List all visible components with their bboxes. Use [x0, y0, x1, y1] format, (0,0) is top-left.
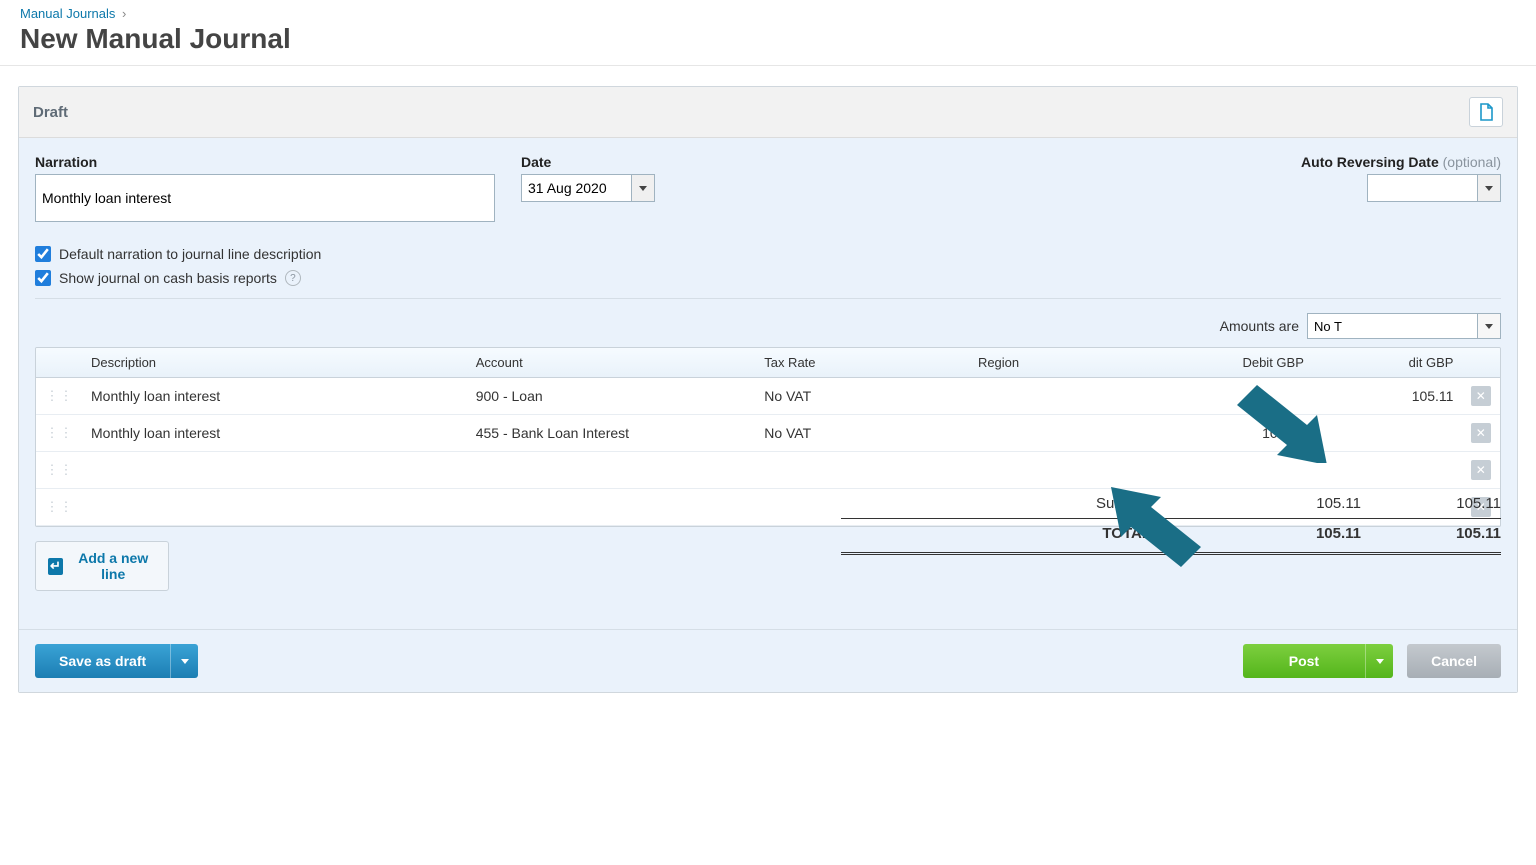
drag-handle-icon[interactable]: ⋮⋮ — [36, 489, 83, 526]
narration-label: Narration — [35, 154, 495, 170]
cash-basis-checkbox[interactable]: Show journal on cash basis reports ? — [35, 270, 1501, 286]
subtotal-label: Subtotal — [841, 495, 1221, 512]
cancel-button[interactable]: Cancel — [1407, 644, 1501, 678]
chevron-down-icon[interactable] — [1477, 313, 1501, 339]
cell-credit[interactable]: 105.11 — [1312, 378, 1462, 415]
cell-credit[interactable] — [1312, 415, 1462, 452]
delete-row-button[interactable]: ✕ — [1471, 460, 1491, 480]
divider — [35, 298, 1501, 299]
col-region: Region — [970, 348, 1141, 378]
default-narration-label: Default narration to journal line descri… — [59, 246, 321, 262]
cell-debit[interactable] — [1141, 452, 1312, 489]
drag-handle-icon[interactable]: ⋮⋮ — [36, 415, 83, 452]
table-row[interactable]: ⋮⋮Monthly loan interest900 - LoanNo VAT 1… — [36, 378, 1500, 415]
help-icon[interactable]: ? — [285, 270, 301, 286]
subtotal-debit: 105.11 — [1221, 495, 1361, 512]
status-label: Draft — [33, 104, 68, 121]
table-row[interactable]: ⋮⋮Monthly loan interest455 - Bank Loan I… — [36, 415, 1500, 452]
cell-account[interactable]: 900 - Loan — [468, 378, 757, 415]
amounts-are-select[interactable] — [1307, 313, 1501, 339]
col-tax-rate: Tax Rate — [756, 348, 970, 378]
attachments-button[interactable] — [1469, 97, 1503, 127]
drag-handle-icon[interactable]: ⋮⋮ — [36, 452, 83, 489]
total-credit: 105.11 — [1361, 525, 1501, 542]
cell-account[interactable] — [468, 452, 757, 489]
cash-basis-label: Show journal on cash basis reports — [59, 270, 277, 286]
journal-form-panel: Draft Narration Date Auto Reversing Date — [18, 86, 1518, 693]
default-narration-input[interactable] — [35, 246, 51, 262]
delete-row-button[interactable]: ✕ — [1471, 386, 1491, 406]
breadcrumb-parent-link[interactable]: Manual Journals — [20, 6, 115, 21]
save-draft-menu-toggle[interactable] — [170, 644, 198, 678]
drag-handle-icon[interactable]: ⋮⋮ — [36, 378, 83, 415]
col-account: Account — [468, 348, 757, 378]
post-button[interactable]: Post — [1243, 644, 1365, 678]
reversing-date-input[interactable] — [1367, 174, 1477, 202]
cell-tax-rate[interactable]: No VAT — [756, 415, 970, 452]
default-narration-checkbox[interactable]: Default narration to journal line descri… — [35, 246, 1501, 262]
page-title: New Manual Journal — [20, 23, 1516, 55]
total-debit: 105.11 — [1221, 525, 1361, 542]
cell-tax-rate[interactable] — [756, 452, 970, 489]
cell-region[interactable] — [970, 452, 1141, 489]
date-field: Date — [521, 154, 655, 202]
table-row[interactable]: ⋮⋮ ✕ — [36, 452, 1500, 489]
narration-field: Narration — [35, 154, 495, 222]
plus-icon: ↵ — [48, 558, 63, 575]
cell-account[interactable]: 455 - Bank Loan Interest — [468, 415, 757, 452]
cell-debit[interactable] — [1141, 378, 1312, 415]
reversing-date-field: Auto Reversing Date (optional) — [1301, 154, 1501, 202]
amounts-are-label: Amounts are — [1220, 318, 1299, 334]
cell-tax-rate[interactable]: No VAT — [756, 378, 970, 415]
save-draft-split-button[interactable]: Save as draft — [35, 644, 198, 678]
reversing-date-picker-toggle[interactable] — [1477, 174, 1501, 202]
panel-header: Draft — [19, 87, 1517, 138]
cell-region[interactable] — [970, 415, 1141, 452]
narration-input[interactable] — [35, 174, 495, 222]
col-description: Description — [83, 348, 468, 378]
save-draft-button[interactable]: Save as draft — [35, 644, 170, 678]
post-menu-toggle[interactable] — [1365, 644, 1393, 678]
col-credit: dit GBP — [1312, 348, 1462, 378]
col-debit: Debit GBP — [1141, 348, 1312, 378]
panel-footer: Save as draft Post Cancel — [19, 629, 1517, 692]
date-label: Date — [521, 154, 655, 170]
total-row: TOTAL 105.11 105.11 — [841, 518, 1501, 548]
subtotal-credit: 105.11 — [1361, 495, 1501, 512]
optional-hint: (optional) — [1443, 154, 1501, 170]
cash-basis-input[interactable] — [35, 270, 51, 286]
cell-description[interactable] — [83, 452, 468, 489]
breadcrumb-separator: › — [122, 6, 126, 21]
cell-region[interactable] — [970, 378, 1141, 415]
cell-credit[interactable] — [1312, 452, 1462, 489]
add-line-label: Add a new line — [70, 550, 156, 582]
date-input[interactable] — [521, 174, 631, 202]
date-picker-toggle[interactable] — [631, 174, 655, 202]
cell-description[interactable]: Monthly loan interest — [83, 378, 468, 415]
reversing-date-label: Auto Reversing Date (optional) — [1301, 154, 1501, 170]
cell-description[interactable]: Monthly loan interest — [83, 415, 468, 452]
total-label: TOTAL — [841, 525, 1221, 542]
subtotal-row: Subtotal 105.11 105.11 — [841, 489, 1501, 518]
breadcrumb: Manual Journals › — [20, 6, 1516, 21]
cell-debit[interactable]: 105.11 — [1141, 415, 1312, 452]
file-icon — [1478, 103, 1494, 121]
post-split-button[interactable]: Post — [1243, 644, 1393, 678]
delete-row-button[interactable]: ✕ — [1471, 423, 1491, 443]
add-line-button[interactable]: ↵ Add a new line — [35, 541, 169, 591]
amounts-are-input[interactable] — [1307, 313, 1477, 339]
